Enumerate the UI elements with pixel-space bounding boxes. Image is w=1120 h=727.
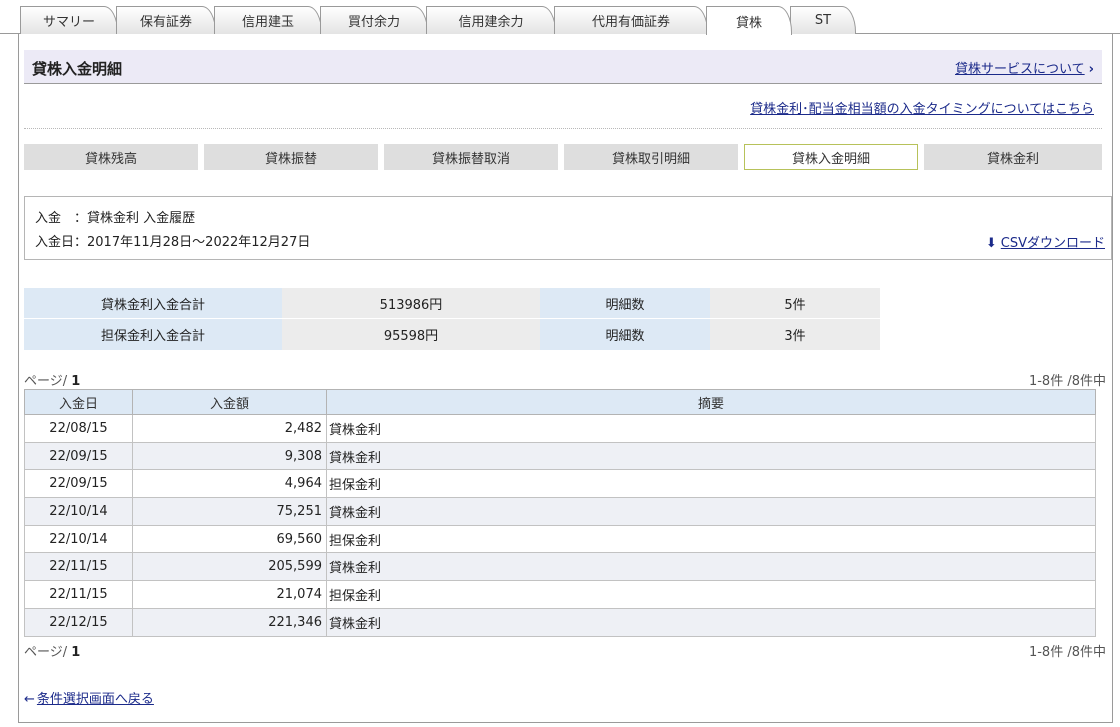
summary-amount: 95598円: [282, 319, 540, 350]
back-to-criteria-link[interactable]: ← 条件選択画面へ戻る: [24, 688, 154, 707]
tab-buying-power[interactable]: 買付余力: [320, 6, 428, 34]
cell-amount: 75,251: [132, 497, 327, 526]
cell-date: 22/09/15: [24, 469, 133, 499]
download-icon: ⬇: [985, 236, 997, 251]
table-header-row: 入金日 入金額 摘要: [24, 389, 1096, 415]
pager-page: 1: [71, 645, 81, 660]
dotted-divider: [24, 128, 1102, 129]
summary-row: 貸株金利入金合計 513986円 明細数 5件: [24, 288, 880, 319]
summary-table: 貸株金利入金合計 513986円 明細数 5件 担保金利入金合計 95598円 …: [24, 288, 880, 350]
pager-prefix: ページ/: [24, 374, 72, 389]
csv-download-link[interactable]: ⬇ CSVダウンロード: [986, 232, 1105, 251]
page-header: 貸株入金明細 貸株サービスについて ›: [24, 50, 1102, 84]
summary-label: 担保金利入金合計: [24, 319, 282, 350]
cell-description: 貸株金利: [326, 552, 1096, 582]
table-row: 22/11/15 21,074 担保金利: [24, 580, 1096, 609]
search-criteria-box: 入金 ：貸株金利 入金履歴 入金日：2017年11月28日～2022年12月27…: [24, 196, 1112, 260]
table-row: 22/08/15 2,482 貸株金利: [24, 414, 1096, 443]
cell-description: 担保金利: [326, 580, 1096, 609]
table-row: 22/09/15 9,308 貸株金利: [24, 441, 1096, 471]
pager-page: 1: [71, 374, 81, 389]
cell-date: 22/10/14: [24, 524, 133, 554]
summary-row: 担保金利入金合計 95598円 明細数 3件: [24, 319, 880, 350]
table-row: 22/12/15 221,346 貸株金利: [24, 607, 1096, 637]
summary-label: 貸株金利入金合計: [24, 288, 282, 319]
subnav-payment-details[interactable]: 貸株入金明細: [744, 144, 918, 170]
cell-amount: 69,560: [132, 524, 327, 554]
cell-description: 貸株金利: [326, 607, 1096, 637]
tab-margin-positions[interactable]: 信用建玉: [214, 6, 322, 34]
cell-description: 貸株金利: [326, 497, 1096, 526]
page-title: 貸株入金明細: [32, 60, 123, 78]
tab-holdings[interactable]: 保有証券: [116, 6, 216, 34]
service-info-link-label: 貸株サービスについて: [955, 62, 1085, 77]
cell-date: 22/08/15: [24, 414, 133, 443]
payment-detail-table: 入金日 入金額 摘要 22/08/15 2,482 貸株金利 22/09/15 9,3…: [24, 389, 1096, 637]
cell-amount: 4,964: [132, 469, 327, 499]
account-tab-bar: サマリー 保有証券 信用建玉 買付余力 信用建余力 代用有価証券 貸株 ST: [0, 0, 1120, 35]
column-header-amount: 入金額: [132, 389, 327, 415]
criteria-type: 入金 ：貸株金利 入金履歴: [35, 211, 196, 226]
table-row: 22/11/15 205,599 貸株金利: [24, 552, 1096, 582]
payment-timing-link[interactable]: 貸株金利･配当金相当額の入金タイミングについてはこちら: [750, 98, 1094, 117]
summary-amount: 513986円: [282, 288, 540, 319]
chevron-right-icon: ›: [1088, 62, 1094, 77]
tab-st[interactable]: ST: [790, 6, 856, 34]
criteria-date-range: 入金日：2017年11月28日～2022年12月27日: [35, 235, 311, 250]
cell-date: 22/10/14: [24, 497, 133, 526]
cell-date: 22/12/15: [24, 607, 133, 637]
tab-margin-capacity[interactable]: 信用建余力: [426, 6, 556, 34]
subnav-transaction-details[interactable]: 貸株取引明細: [564, 144, 738, 170]
table-row: 22/10/14 69,560 担保金利: [24, 524, 1096, 554]
cell-date: 22/11/15: [24, 552, 133, 582]
table-row: 22/09/15 4,964 担保金利: [24, 469, 1096, 499]
column-header-description: 摘要: [326, 389, 1096, 415]
cell-date: 22/11/15: [24, 580, 133, 609]
summary-count-label: 明細数: [540, 288, 710, 319]
summary-count: 5件: [710, 288, 880, 319]
cell-amount: 9,308: [132, 441, 327, 471]
cell-description: 貸株金利: [326, 441, 1096, 471]
summary-count-label: 明細数: [540, 319, 710, 350]
subnav-transfer-cancel[interactable]: 貸株振替取消: [384, 144, 558, 170]
cell-amount: 2,482: [132, 414, 327, 443]
lending-subnav: 貸株残高 貸株振替 貸株振替取消 貸株取引明細 貸株入金明細 貸株金利: [24, 144, 1102, 170]
cell-description: 担保金利: [326, 469, 1096, 499]
cell-amount: 21,074: [132, 580, 327, 609]
cell-description: 担保金利: [326, 524, 1096, 554]
csv-download-label: CSVダウンロード: [1000, 236, 1105, 251]
pager-prefix: ページ/: [24, 645, 72, 660]
subnav-lending-transfer[interactable]: 貸株振替: [204, 144, 378, 170]
subnav-lending-balance[interactable]: 貸株残高: [24, 144, 198, 170]
back-arrow-icon: ←: [24, 692, 35, 707]
subnav-lending-interest[interactable]: 貸株金利: [924, 144, 1102, 170]
back-link-label: 条件選択画面へ戻る: [36, 692, 154, 707]
column-header-date: 入金日: [24, 389, 133, 415]
tab-summary[interactable]: サマリー: [20, 6, 118, 34]
tab-collateral-securities[interactable]: 代用有価証券: [554, 6, 708, 34]
cell-date: 22/09/15: [24, 441, 133, 471]
cell-amount: 221,346: [132, 607, 327, 637]
cell-amount: 205,599: [132, 552, 327, 582]
pager-top: ページ/ 1: [24, 370, 80, 389]
tab-stock-lending[interactable]: 貸株: [706, 6, 792, 35]
result-count-top: 1-8件 /8件中: [1028, 374, 1106, 389]
pager-bottom: ページ/ 1: [24, 641, 80, 660]
summary-count: 3件: [710, 319, 880, 350]
service-info-link[interactable]: 貸株サービスについて ›: [955, 58, 1094, 77]
result-count-bottom: 1-8件 /8件中: [1028, 645, 1106, 660]
cell-description: 貸株金利: [326, 414, 1096, 443]
table-row: 22/10/14 75,251 貸株金利: [24, 497, 1096, 526]
